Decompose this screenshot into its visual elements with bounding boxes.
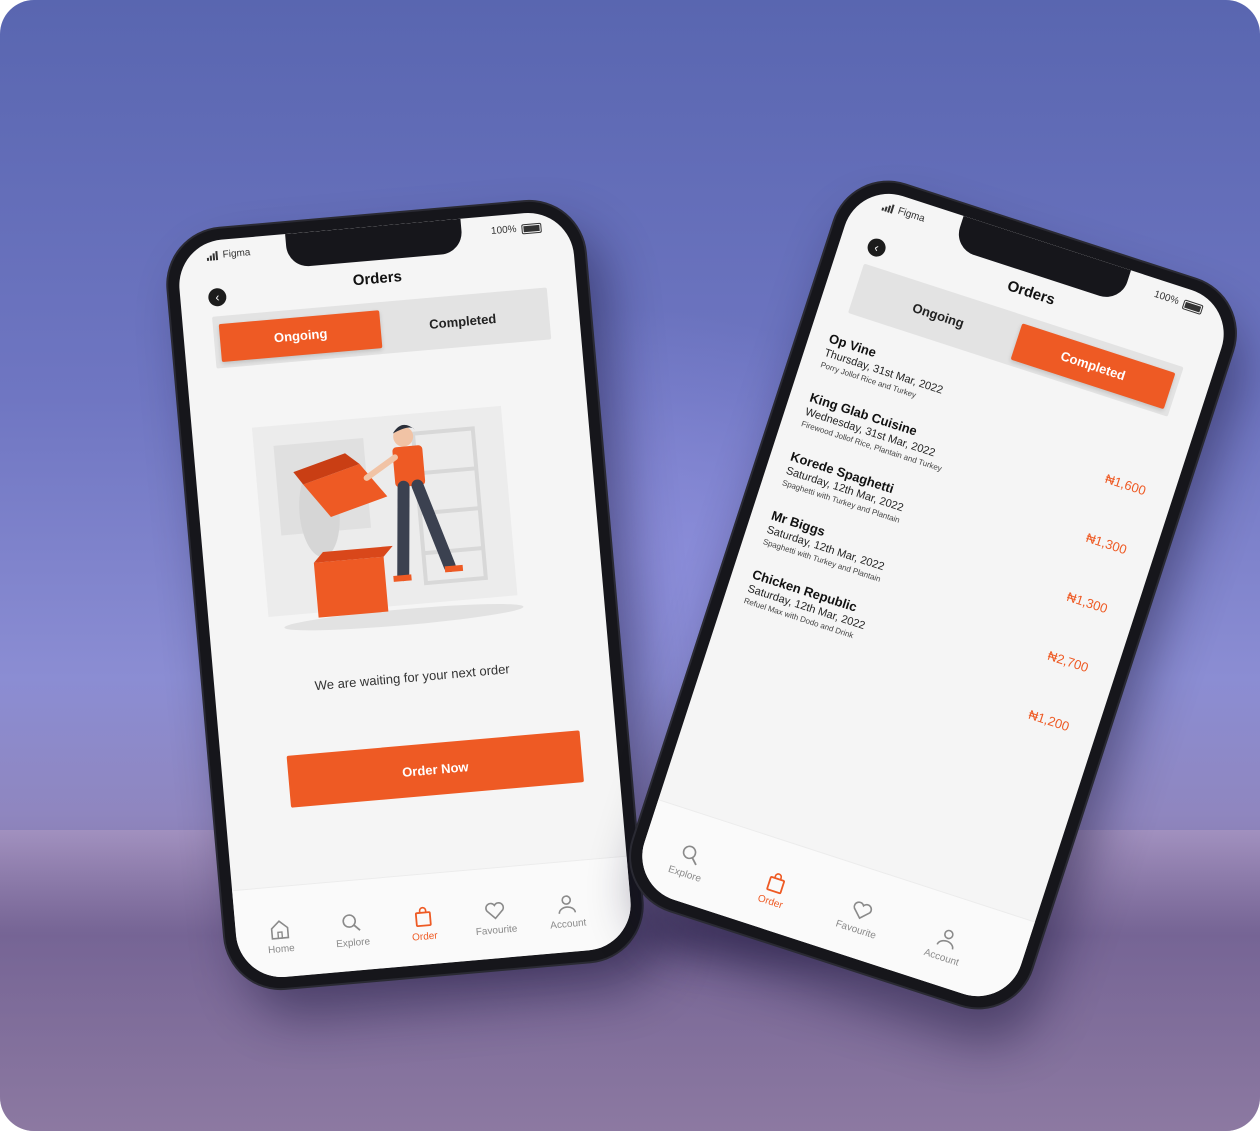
signal-icon [206,251,219,261]
phone-ongoing-orders: Figma 100% ‹ Orders Ongoing Completed We… [163,197,647,993]
search-icon [682,845,697,866]
nav-account[interactable]: Account [528,890,607,933]
signal-icon [881,202,895,214]
empty-orders-illustration [251,405,524,631]
home-icon [270,920,290,940]
status-bar-right: 100% [1153,289,1205,315]
nav-favourite[interactable]: Favourite [818,888,902,947]
nav-favourite[interactable]: Favourite [456,896,535,939]
battery-percent: 100% [490,223,518,238]
order-price: ₦1,200 [1026,706,1072,735]
empty-state-message: We are waiting for your next order [314,661,511,694]
nav-explore[interactable]: Explore [647,833,731,892]
tab-completed[interactable]: Completed [381,296,545,348]
order-now-button[interactable]: Order Now [286,730,584,808]
nav-order[interactable]: Order [732,860,816,919]
user-icon [936,929,954,950]
battery-percent: 100% [1152,288,1181,308]
nav-label: Explore [335,936,371,951]
nav-order[interactable]: Order [384,902,463,945]
battery-icon [1181,298,1204,315]
nav-account[interactable]: Account [903,916,987,975]
user-icon [558,895,577,914]
nav-label: Order [411,930,439,944]
status-bar-left: Figma [881,201,926,225]
status-bar-left: Figma [206,247,251,262]
nav-label: Favourite [475,923,518,939]
bottom-navigation: Home Explore Order Favourite Account [232,855,635,981]
battery-icon [521,222,542,234]
phone-notch [285,218,464,268]
order-status-tabs: Ongoing Completed [212,287,552,369]
shopping-bag-icon [766,873,785,895]
shopping-bag-icon [414,906,432,928]
nav-label: Account [549,917,587,932]
nav-home[interactable]: Home [241,915,320,958]
nav-label: Home [267,942,296,957]
carrier-label: Figma [896,205,927,225]
mockup-background: Figma 100% ‹ Orders Ongoing Completed We… [0,0,1260,1131]
search-icon [342,914,361,931]
heart-icon [485,902,505,920]
tab-ongoing[interactable]: Ongoing [218,310,383,363]
nav-label: Order [756,893,784,912]
carrier-label: Figma [222,247,251,261]
heart-icon [853,901,873,920]
phone-screen: Figma 100% ‹ Orders Ongoing Completed We… [175,209,635,981]
nav-explore[interactable]: Explore [313,909,392,952]
status-bar-right: 100% [491,222,542,237]
